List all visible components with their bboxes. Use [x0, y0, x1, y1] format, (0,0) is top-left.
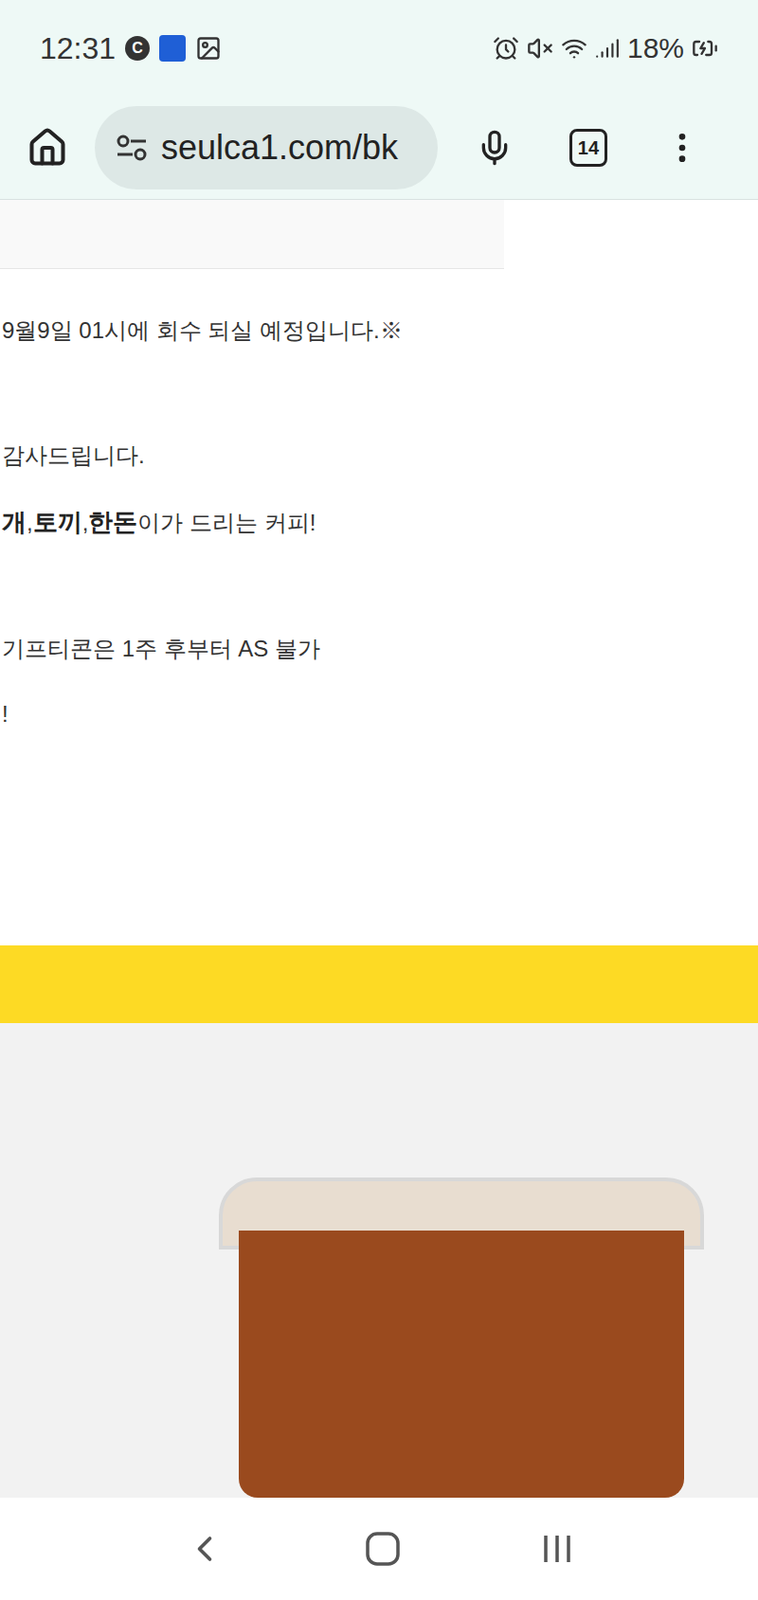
notice-line: 기프티콘은 1주 후부터 AS 불가 [1, 631, 758, 667]
notice-line: 9월9일 01시에 회수 되실 예정입니다.※ [1, 313, 758, 348]
wifi-icon [560, 35, 588, 62]
image-icon [195, 35, 222, 62]
clock: 12:31 [39, 25, 116, 72]
header-box [0, 199, 505, 270]
site-settings-icon[interactable] [115, 134, 148, 162]
url-field[interactable]: seulca1.com/bk [94, 106, 438, 190]
coffee-photo [0, 1023, 758, 1498]
c-icon: C [125, 36, 150, 61]
menu-icon[interactable] [663, 128, 702, 167]
notice-line: 감사드립니다. [1, 438, 758, 473]
bank-icon [159, 35, 186, 62]
recents-icon[interactable] [540, 1533, 575, 1566]
notice-text: 9월9일 01시에 회수 되실 예정입니다.※ 감사드립니다. 개,토끼,한돈이가 … [0, 269, 758, 732]
home-icon[interactable] [26, 126, 69, 169]
browser-toolbar: seulca1.com/bk 14 [0, 96, 758, 201]
url-text[interactable]: seulca1.com/bk [161, 122, 398, 174]
back-icon[interactable] [183, 1528, 226, 1571]
mute-icon [526, 35, 554, 62]
tab-count[interactable]: 14 [569, 128, 608, 167]
notice-line: ! [1, 697, 758, 732]
battery-percent: 18% [627, 26, 685, 70]
page-content: 9월9일 01시에 회수 되실 예정입니다.※ 감사드립니다. 개,토끼,한돈이가 … [0, 199, 758, 1498]
yellow-band [0, 945, 758, 1024]
battery-icon [691, 35, 719, 62]
nav-bar [0, 1497, 758, 1600]
status-bar: 12:31 C 18% [0, 0, 758, 97]
alarm-icon [492, 35, 520, 62]
home-button-icon[interactable] [364, 1531, 401, 1568]
signal-icon [595, 36, 620, 61]
mic-icon[interactable] [475, 128, 514, 167]
phone-screen: 12:31 C 18% seulca1.com/bk 14 9월9일 01시에 회수 되실… [0, 0, 758, 1600]
notice-line: 개,토끼,한돈이가 드리는 커피! [1, 505, 758, 541]
